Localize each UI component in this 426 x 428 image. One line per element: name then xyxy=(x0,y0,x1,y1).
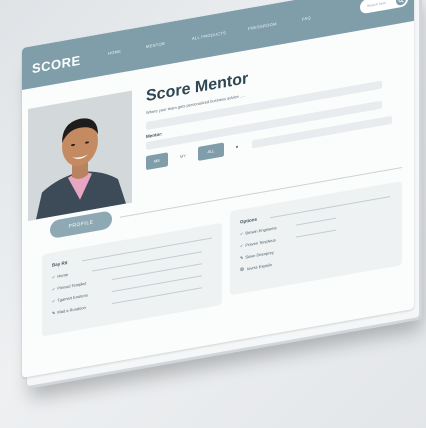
right-card-line-3 xyxy=(296,229,336,238)
check-icon: ✓ xyxy=(240,242,244,249)
search-icon xyxy=(398,0,404,3)
left-card-line-2 xyxy=(92,251,202,272)
search-placeholder: Search here xyxy=(367,0,387,9)
right-card-line-2 xyxy=(296,217,336,226)
search-input[interactable]: Search here xyxy=(360,0,408,15)
person-portrait xyxy=(28,90,132,221)
document-stack: SCORE HOME MENTOR ALL PRODUCTS PRESSROOM… xyxy=(22,0,422,398)
left-card-line-1 xyxy=(82,237,212,262)
nav-item-faq[interactable]: FAQ xyxy=(302,15,311,22)
check-icon: ✓ xyxy=(52,298,56,304)
list-item: ✓ Tgamsrt Enotens xyxy=(52,292,88,304)
list-item: ✓ Brewin Engineme xyxy=(240,225,277,237)
mentor-label: Mentor: xyxy=(146,131,163,140)
tab-my[interactable]: MY xyxy=(174,148,192,165)
nav-item-all-products[interactable]: ALL PRODUCTS xyxy=(192,30,226,41)
left-card-line-5 xyxy=(112,287,202,305)
mentor-photo xyxy=(28,90,132,221)
nav-item-mentor[interactable]: MENTOR xyxy=(146,41,165,49)
right-card-line-1 xyxy=(270,196,390,219)
wrench-icon: ✎ xyxy=(240,254,244,261)
list-item: ✓ Praven Tenplwus xyxy=(240,237,276,249)
list-item: ✎ Mad a Rundoon xyxy=(52,304,86,316)
tab-all[interactable]: ALL xyxy=(198,142,224,161)
wrench-icon: ✎ xyxy=(52,310,56,316)
logo[interactable]: SCORE xyxy=(32,53,81,77)
nav-item-pressroom[interactable]: PRESSROOM xyxy=(248,21,277,31)
list-item: ✓ Home xyxy=(52,271,69,280)
list-item: ✎ Sown Deenprey xyxy=(240,249,274,261)
left-card: Bay Rit ✓ Home ✓ Pinnacl Tempkct ✓ Tgamsrt … xyxy=(42,222,222,337)
search-button[interactable] xyxy=(396,0,406,7)
list-item: Iovrss Expaiin xyxy=(240,262,272,273)
right-card: Options ✓ Brewin Engineme ✓ Praven Tenplwu… xyxy=(230,180,402,296)
list-item: ✓ Pinnacl Tempkct xyxy=(52,280,87,292)
tab-me[interactable]: ME xyxy=(146,152,168,171)
check-icon: ✓ xyxy=(240,230,244,237)
check-icon: ✓ xyxy=(52,286,56,292)
right-card-title: Options xyxy=(240,216,257,225)
tab-more[interactable]: ■ xyxy=(230,139,244,155)
nav-item-home[interactable]: HOME xyxy=(108,49,121,56)
check-icon: ✓ xyxy=(52,274,56,280)
left-card-title: Bay Rit xyxy=(52,259,68,268)
bullet-icon xyxy=(240,266,244,272)
